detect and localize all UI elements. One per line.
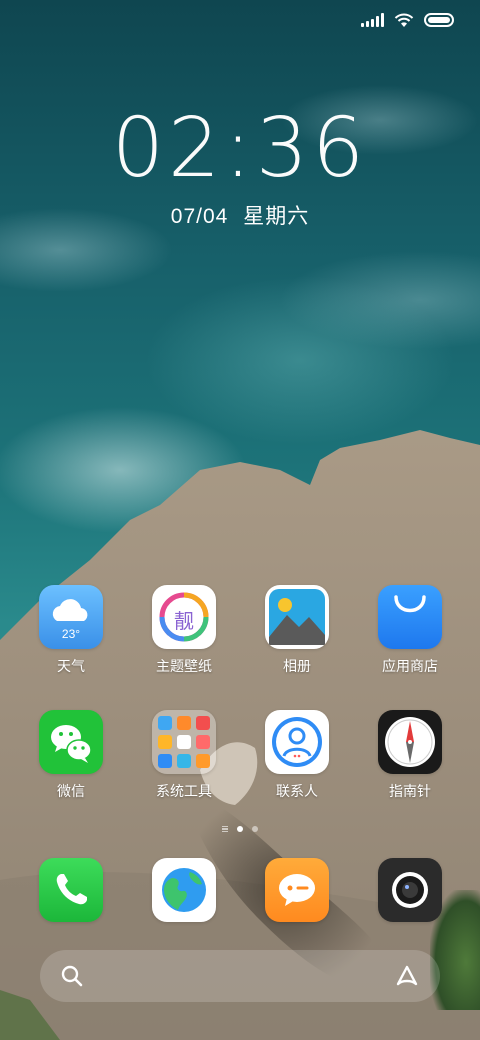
themes-icon-text: 靓 [174, 609, 194, 633]
themes-icon: 靓 [152, 585, 216, 649]
messages-icon [265, 858, 329, 922]
weather-icon: 23° [39, 585, 103, 649]
assistant-icon[interactable] [394, 964, 420, 988]
gallery-icon [265, 585, 329, 649]
app-themes[interactable]: 靓 主题壁纸 [129, 585, 239, 675]
app-label: 联系人 [276, 783, 318, 799]
app-folder-system-tools[interactable]: 系统工具 [129, 710, 239, 800]
search-bar[interactable] [40, 950, 440, 1002]
status-bar [0, 0, 480, 40]
app-store[interactable]: 应用商店 [355, 585, 465, 675]
weather-temp: 23° [61, 627, 81, 641]
dock-camera[interactable] [355, 858, 465, 922]
weekday: 星期六 [243, 205, 310, 228]
wifi-icon [394, 13, 414, 27]
app-weather[interactable]: 23° 天气 [16, 585, 126, 675]
signal-icon [361, 13, 384, 27]
app-label: 相册 [283, 658, 311, 674]
dock-messages[interactable] [242, 858, 352, 922]
date-value: 07/04 [170, 205, 229, 228]
app-label: 微信 [57, 783, 85, 799]
app-label: 天气 [57, 658, 85, 674]
contacts-icon [265, 710, 329, 774]
clock-time: 02:36 [111, 101, 369, 196]
wechat-icon [39, 710, 103, 774]
app-compass[interactable]: 指南针 [355, 710, 465, 800]
dock-phone[interactable] [16, 858, 126, 922]
app-wechat[interactable]: 微信 [16, 710, 126, 800]
search-icon[interactable] [60, 964, 84, 988]
clock-date: 07/04 星期六 [0, 200, 480, 230]
app-label: 应用商店 [382, 658, 438, 674]
page-indicator-menu-icon [222, 826, 228, 832]
folder-icon [152, 710, 216, 774]
page-dot-active[interactable] [237, 826, 243, 832]
app-label: 主题壁纸 [156, 658, 212, 674]
app-label: 指南针 [389, 783, 431, 799]
page-dot[interactable] [252, 826, 258, 832]
battery-icon [424, 13, 454, 27]
battery-fill [428, 17, 450, 23]
page-indicator[interactable] [0, 826, 480, 832]
app-contacts[interactable]: 联系人 [242, 710, 352, 800]
app-label: 系统工具 [156, 783, 212, 799]
app-store-icon [378, 585, 442, 649]
app-gallery[interactable]: 相册 [242, 585, 352, 675]
camera-icon [378, 858, 442, 922]
dock-browser[interactable] [129, 858, 239, 922]
browser-icon [152, 858, 216, 922]
compass-icon [378, 710, 442, 774]
phone-icon [39, 858, 103, 922]
